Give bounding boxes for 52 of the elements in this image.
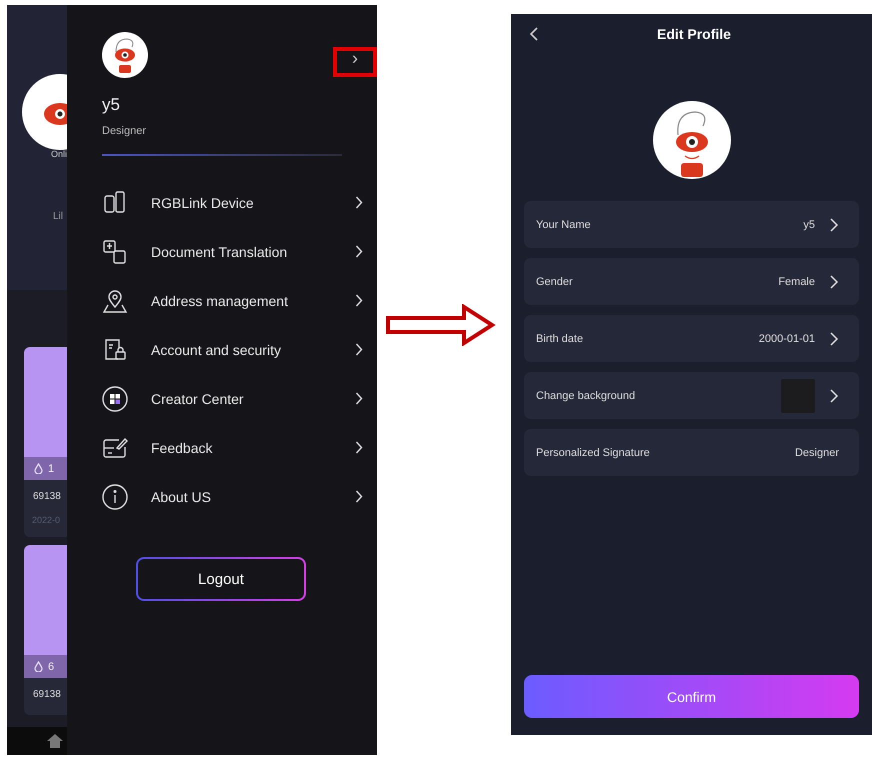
menu-item[interactable]: Feedback: [102, 423, 377, 472]
profile-field[interactable]: Your Name y5: [524, 201, 859, 248]
drop-icon: [34, 463, 43, 474]
chevron-icon: [355, 441, 363, 454]
back-icon[interactable]: [529, 26, 539, 42]
location-icon: [102, 288, 128, 314]
profile-chevron[interactable]: ›: [352, 49, 358, 67]
right-arrow-icon: [386, 304, 496, 346]
like-count: 1: [48, 462, 54, 474]
home-icon[interactable]: [46, 733, 64, 749]
post-id: 69138: [33, 689, 62, 700]
field-value: 2000-01-01: [758, 332, 815, 344]
avatar-icon[interactable]: [102, 32, 148, 78]
translate-icon: [102, 238, 128, 264]
chevron-icon: [355, 343, 363, 356]
field-label: Change background: [536, 390, 636, 402]
profile-field[interactable]: Gender Female: [524, 258, 859, 305]
field-value: y5: [803, 218, 815, 230]
profile-field[interactable]: Personalized Signature Designer: [524, 429, 859, 476]
post-id: 69138: [33, 491, 62, 502]
field-value: Designer: [794, 446, 839, 458]
field-label: Your Name: [536, 218, 592, 230]
field-value: Female: [778, 276, 815, 288]
chevron-icon: [355, 294, 363, 307]
menu-item[interactable]: Creator Center: [102, 374, 377, 423]
drop-icon: [34, 661, 43, 672]
chevron-icon: [355, 196, 363, 209]
user-name: Lil: [52, 211, 63, 222]
menu-item[interactable]: About US: [102, 472, 377, 521]
status-text: Onli: [50, 149, 67, 159]
profile-field[interactable]: Change background: [524, 372, 859, 419]
menu-item[interactable]: Address management: [102, 276, 377, 325]
like-count: 6: [48, 660, 54, 672]
logout-button[interactable]: Logout: [136, 557, 306, 601]
info-icon: [102, 484, 128, 510]
menu-item[interactable]: RGBLink Device: [102, 178, 377, 227]
chevron-icon: [355, 392, 363, 405]
grid-icon: [102, 386, 128, 412]
user-name: y5: [102, 95, 121, 115]
avatar-icon[interactable]: [652, 101, 730, 179]
user-role: Designer: [102, 125, 148, 137]
menu-item[interactable]: Document Translation: [102, 227, 377, 276]
menu-item[interactable]: Account and security: [102, 325, 377, 374]
profile-field[interactable]: Birth date 2000-01-01: [524, 315, 859, 362]
chevron-icon: [355, 490, 363, 503]
page-title: Edit Profile: [657, 26, 731, 42]
chevron-icon: [355, 245, 363, 258]
post-card[interactable]: 6 69138: [24, 545, 67, 715]
field-label: Gender: [536, 276, 574, 288]
confirm-button[interactable]: Confirm: [524, 675, 859, 718]
field-label: Personalized Signature: [536, 446, 651, 458]
field-label: Birth date: [536, 332, 584, 344]
